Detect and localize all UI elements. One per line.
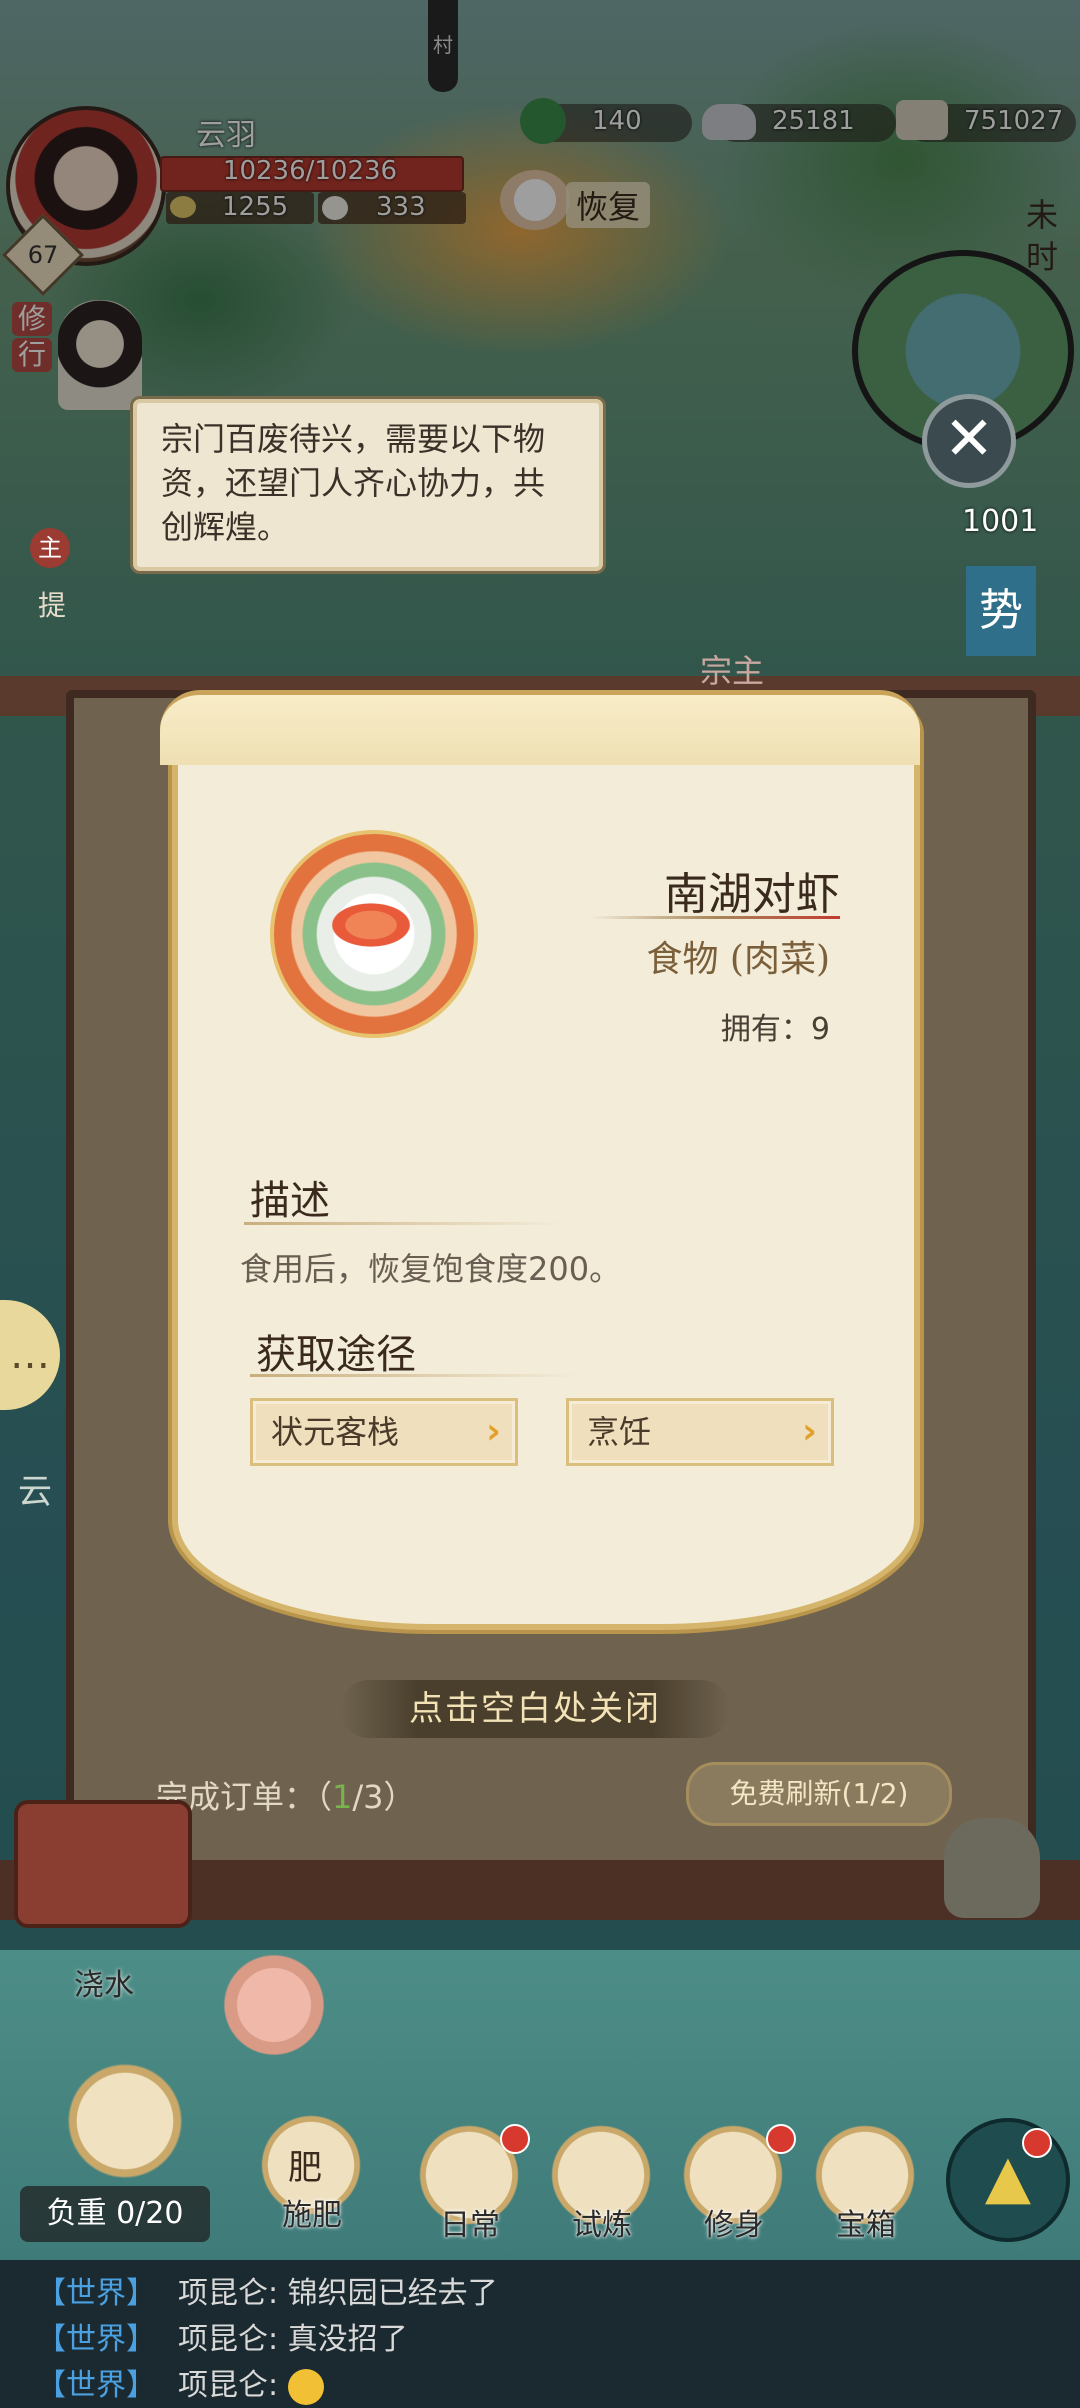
chevron-right-icon: › bbox=[802, 1411, 817, 1452]
description-heading: 描述 bbox=[250, 1178, 330, 1224]
source-button-cooking[interactable]: 烹饪 › bbox=[566, 1398, 834, 1466]
side-tab-shi[interactable]: 势 bbox=[966, 566, 1036, 656]
source-divider bbox=[250, 1374, 580, 1377]
daily-notification-dot bbox=[500, 2124, 530, 2154]
farm-cart-icon[interactable] bbox=[50, 2046, 200, 2196]
treasure-chest-icon bbox=[14, 1800, 192, 1928]
order-progress: 完成订单：（1/3） bbox=[156, 1772, 416, 1818]
source-button-inn[interactable]: 状元客栈 › bbox=[250, 1398, 518, 1466]
chat-message: 项昆仑: 锦织园已经去了 bbox=[178, 2276, 498, 2311]
source-button-cooking-label: 烹饪 bbox=[587, 1413, 652, 1451]
expand-menu-icon[interactable]: ▲ bbox=[946, 2118, 1070, 2242]
description-divider bbox=[244, 1222, 564, 1225]
order-progress-rest: /3） bbox=[352, 1778, 416, 1816]
menu-notification-dot bbox=[1022, 2128, 1052, 2158]
side-tab-yun[interactable]: 云 bbox=[18, 1464, 58, 1514]
count-1001: 1001 bbox=[962, 504, 1039, 539]
chat-channel: 【世界】 bbox=[36, 2368, 156, 2403]
close-icon[interactable]: ✕ bbox=[922, 394, 1016, 488]
item-name: 南湖对虾 bbox=[664, 869, 840, 920]
load-capacity: 负重 0/20 bbox=[20, 2186, 210, 2242]
daily-label: 日常 bbox=[440, 2208, 500, 2243]
shrimp-icon bbox=[326, 900, 416, 950]
cultivate-label: 修身 bbox=[704, 2208, 764, 2243]
incense-burner-icon bbox=[944, 1818, 1040, 1918]
description-text: 食用后，恢复饱食度200。 bbox=[240, 1250, 622, 1288]
chat-line: 【世界】 项昆仑: 锦织园已经去了 bbox=[36, 2268, 498, 2312]
fertilize-bag-icon: 肥 bbox=[288, 2148, 322, 2188]
chat-channel: 【世界】 bbox=[36, 2322, 156, 2357]
under-dialog-title: 宗主 bbox=[700, 652, 765, 690]
chat-line: 【世界】 项昆仑: 真没招了 bbox=[36, 2314, 408, 2358]
chat-message: 项昆仑: 真没招了 bbox=[178, 2322, 408, 2357]
water-label[interactable]: 浇水 bbox=[74, 1960, 134, 2004]
thinking-emoji-icon bbox=[287, 2368, 324, 2405]
free-refresh-button[interactable]: 免费刷新(1/2) bbox=[686, 1762, 952, 1826]
pig-icon[interactable] bbox=[214, 1950, 334, 2060]
chat-message: 项昆仑: bbox=[178, 2368, 288, 2403]
side-tab-zhu[interactable]: 主 bbox=[30, 528, 70, 568]
npc-speech-text: 宗门百废待兴，需要以下物资，还望门人齐心协力，共创辉煌。 bbox=[161, 420, 546, 546]
item-card-scroll-top bbox=[160, 690, 920, 765]
order-progress-open: （ bbox=[316, 1778, 333, 1816]
source-button-inn-label: 状元客栈 bbox=[271, 1413, 400, 1451]
chat-channel: 【世界】 bbox=[36, 2276, 156, 2311]
chevron-right-icon: › bbox=[486, 1411, 501, 1452]
fertilize-label: 施肥 bbox=[282, 2198, 342, 2233]
item-name-underline bbox=[590, 916, 840, 919]
world-chat-panel[interactable]: 【世界】 项昆仑: 锦织园已经去了 【世界】 项昆仑: 真没招了 【世界】 项昆仑: bbox=[0, 2260, 1080, 2408]
chest-label: 宝箱 bbox=[836, 2208, 896, 2243]
chat-line: 【世界】 项昆仑: bbox=[36, 2360, 324, 2405]
tap-blank-to-close-hint[interactable]: 点击空白处关闭 bbox=[340, 1680, 730, 1738]
source-heading: 获取途径 bbox=[256, 1332, 416, 1378]
trial-label: 试炼 bbox=[572, 2208, 632, 2243]
order-progress-done: 1 bbox=[332, 1778, 353, 1816]
item-owned-count: 拥有：9 bbox=[720, 1012, 830, 1047]
npc-speech-bubble: 宗门百废待兴，需要以下物资，还望门人齐心协力，共创辉煌。 bbox=[130, 396, 606, 574]
item-type: 食物 (肉菜) bbox=[646, 939, 830, 980]
side-tab-ti[interactable]: 提 bbox=[38, 584, 66, 624]
cultivate-notification-dot bbox=[766, 2124, 796, 2154]
